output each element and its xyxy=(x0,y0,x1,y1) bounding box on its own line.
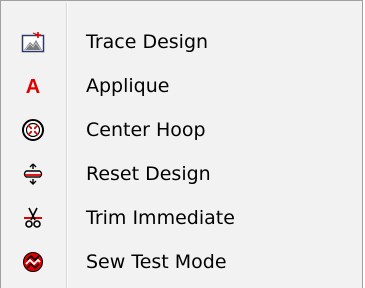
menu-item-center-hoop[interactable]: Center Hoop xyxy=(4,108,360,152)
menu-item-label: Center Hoop xyxy=(86,119,206,141)
menu-item-sew-test-mode[interactable]: Sew Test Mode xyxy=(4,240,360,284)
menu-item-label: Trim Immediate xyxy=(86,207,235,229)
trace-design-icon xyxy=(4,20,62,64)
menu-item-label: Reset Design xyxy=(86,163,211,185)
menu-item-trace-design[interactable]: Trace Design xyxy=(4,20,360,64)
menu-item-reset-design[interactable]: Reset Design xyxy=(4,152,360,196)
center-hoop-icon xyxy=(4,108,62,152)
menu-item-trim-immediate[interactable]: Trim Immediate xyxy=(4,196,360,240)
applique-icon: A xyxy=(4,64,62,108)
menu-item-label: Applique xyxy=(86,75,170,97)
trim-immediate-icon xyxy=(4,196,62,240)
menu-item-label: Sew Test Mode xyxy=(86,251,227,273)
menu-item-applique[interactable]: A Applique xyxy=(4,64,360,108)
sew-test-mode-icon xyxy=(4,240,62,284)
context-menu: Trace Design A Applique Center Hoop Rese… xyxy=(0,0,363,288)
menu-item-label: Trace Design xyxy=(86,31,209,53)
svg-text:A: A xyxy=(26,76,40,97)
reset-design-icon xyxy=(4,152,62,196)
